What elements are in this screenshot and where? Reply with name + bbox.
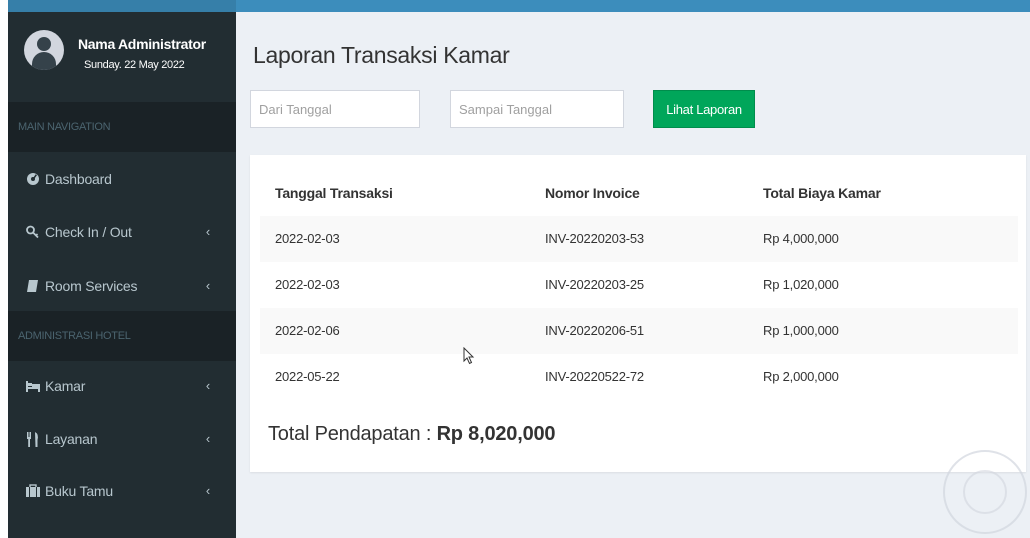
sidebar-item-label: Buku Tamu xyxy=(45,483,113,499)
cell-total: Rp 1,020,000 xyxy=(763,277,839,292)
mouse-cursor-icon xyxy=(463,347,475,365)
sidebar: Nama Administrator Sunday. 22 May 2022 M… xyxy=(8,12,236,538)
sidebar-item-label: Dashboard xyxy=(45,171,112,187)
sidebar-item-layanan[interactable]: Layanan ‹ xyxy=(8,421,236,457)
cell-invoice: INV-20220206-51 xyxy=(545,323,644,338)
sidebar-item-dashboard[interactable]: Dashboard xyxy=(8,161,236,197)
key-icon xyxy=(25,214,41,250)
sidebar-item-label: Layanan xyxy=(45,431,98,447)
cell-invoice: INV-20220203-25 xyxy=(545,277,644,292)
total-revenue-value: Rp 8,020,000 xyxy=(436,423,556,445)
current-date: Sunday. 22 May 2022 xyxy=(84,59,185,71)
top-header-bar xyxy=(8,0,1030,12)
chevron-left-icon: ‹ xyxy=(205,483,210,498)
cell-invoice: INV-20220522-72 xyxy=(545,369,644,384)
total-revenue-label: Total Pendapatan : xyxy=(268,423,437,445)
cell-date: 2022-05-22 xyxy=(275,369,340,384)
chevron-left-icon: ‹ xyxy=(205,378,210,393)
cell-total: Rp 1,000,000 xyxy=(763,323,839,338)
from-date-input[interactable] xyxy=(250,90,420,128)
cell-invoice: INV-20220203-53 xyxy=(545,231,644,246)
sidebar-item-label: Room Services xyxy=(45,278,138,294)
sidebar-item-kamar[interactable]: Kamar ‹ xyxy=(8,368,236,404)
sidebar-item-room-services[interactable]: Room Services ‹ xyxy=(8,268,236,304)
table-row: 2022-02-03 INV-20220203-53 Rp 4,000,000 xyxy=(260,216,1018,262)
watermark-seal-inner xyxy=(963,470,1007,514)
user-name: Nama Administrator xyxy=(78,36,206,52)
table-row: 2022-02-03 INV-20220203-25 Rp 1,020,000 xyxy=(260,262,1018,308)
cell-date: 2022-02-03 xyxy=(275,277,340,292)
sidebar-item-buku-tamu[interactable]: Buku Tamu ‹ xyxy=(8,473,236,509)
avatar xyxy=(24,30,64,70)
chevron-left-icon: ‹ xyxy=(205,431,210,446)
main-navigation-header: MAIN NAVIGATION xyxy=(8,102,236,152)
user-panel: Nama Administrator Sunday. 22 May 2022 xyxy=(8,12,236,102)
report-panel: Tanggal Transaksi Nomor Invoice Total Bi… xyxy=(250,155,1026,472)
column-header-invoice: Nomor Invoice xyxy=(545,185,640,201)
chevron-left-icon: ‹ xyxy=(205,278,210,293)
page-title: Laporan Transaksi Kamar xyxy=(253,42,510,68)
cutlery-icon xyxy=(25,421,41,457)
table-row: 2022-05-22 INV-20220522-72 Rp 2,000,000 xyxy=(260,354,1018,400)
main-content: Laporan Transaksi Kamar Lihat Laporan Ta… xyxy=(236,12,1030,538)
suitcase-icon xyxy=(25,473,41,509)
column-header-total: Total Biaya Kamar xyxy=(763,185,881,201)
cell-date: 2022-02-03 xyxy=(275,231,340,246)
total-revenue: Total Pendapatan : Rp 8,020,000 xyxy=(268,423,556,446)
cell-date: 2022-02-06 xyxy=(275,323,340,338)
logo-area xyxy=(8,0,236,12)
app-window: Nama Administrator Sunday. 22 May 2022 M… xyxy=(8,0,1030,538)
dashboard-icon xyxy=(25,161,41,197)
chevron-left-icon: ‹ xyxy=(205,224,210,239)
sidebar-item-check-in-out[interactable]: Check In / Out ‹ xyxy=(8,214,236,250)
cell-total: Rp 4,000,000 xyxy=(763,231,839,246)
sidebar-item-label: Kamar xyxy=(45,378,86,394)
administrasi-hotel-header: ADMINISTRASI HOTEL xyxy=(8,311,236,361)
to-date-input[interactable] xyxy=(450,90,624,128)
column-header-date: Tanggal Transaksi xyxy=(275,185,393,201)
cell-total: Rp 2,000,000 xyxy=(763,369,839,384)
sidebar-item-label: Check In / Out xyxy=(45,224,132,240)
bed-icon xyxy=(25,368,41,404)
view-report-button[interactable]: Lihat Laporan xyxy=(653,90,755,128)
table-row: 2022-02-06 INV-20220206-51 Rp 1,000,000 xyxy=(260,308,1018,354)
book-icon xyxy=(25,268,41,304)
